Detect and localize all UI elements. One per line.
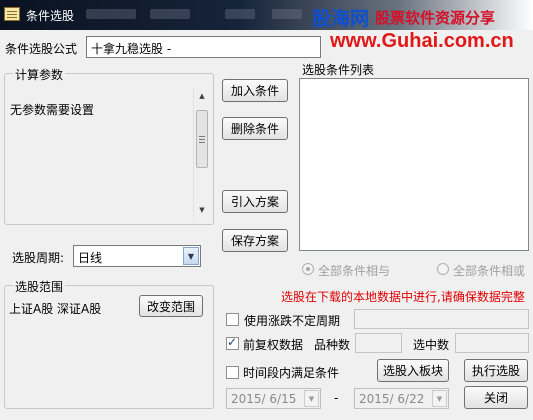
notice-text: 选股在下载的本地数据中进行,请确保数据完整 — [281, 290, 525, 304]
scroll-down-icon[interactable]: ▼ — [194, 202, 210, 218]
save-plan-button[interactable]: 保存方案 — [222, 229, 288, 252]
watermark-slogan: 股票软件资源分享 — [375, 9, 496, 27]
title-bar-blur — [272, 9, 302, 19]
period-select[interactable]: 日线 ▼ — [73, 245, 201, 267]
variety-count-label: 品种数 — [314, 338, 351, 352]
or-radio-label: 全部条件相或 — [453, 264, 526, 278]
checkmark-icon: ✓ — [227, 335, 238, 349]
params-group-title: 计算参数 — [13, 66, 66, 83]
variety-count-field — [355, 333, 402, 353]
params-scrollbar[interactable]: ▲ ▼ — [193, 88, 210, 218]
range-group-title: 选股范围 — [13, 278, 66, 295]
date-to-picker[interactable]: 2015/ 6/22 ▼ — [354, 388, 449, 409]
close-button[interactable]: 关闭 — [464, 386, 528, 409]
window-icon — [4, 7, 20, 21]
date-to-value: 2015/ 6/22 — [359, 392, 425, 406]
use-period-checkbox[interactable] — [226, 313, 239, 326]
add-condition-button[interactable]: 加入条件 — [222, 79, 288, 102]
window-title: 条件选股 — [26, 9, 75, 23]
watermark-url: www.Guhai.com.cn — [330, 30, 514, 52]
selected-count-field — [455, 333, 529, 353]
delete-condition-button[interactable]: 删除条件 — [222, 117, 288, 140]
scroll-up-icon[interactable]: ▲ — [194, 88, 210, 104]
watermark-brand: 股海网 — [312, 9, 370, 30]
params-group: 计算参数 无参数需要设置 ▲ ▼ — [4, 66, 214, 225]
time-range-label: 时间段内满足条件 — [243, 366, 340, 380]
period-value: 日线 — [78, 251, 103, 265]
formula-select[interactable]: 十拿九稳选股 - — [86, 36, 321, 58]
formula-value: 十拿九稳选股 - — [91, 42, 172, 56]
import-plan-button[interactable]: 引入方案 — [222, 190, 288, 213]
range-value: 上证A股 深证A股 — [9, 302, 102, 316]
calendar-dropdown-icon[interactable]: ▼ — [304, 390, 319, 407]
or-radio[interactable] — [437, 263, 449, 275]
execute-button[interactable]: 执行选股 — [464, 359, 528, 382]
use-period-label: 使用涨跌不定周期 — [244, 314, 341, 328]
and-radio[interactable] — [302, 263, 314, 275]
time-range-checkbox[interactable] — [226, 366, 239, 379]
chevron-down-icon[interactable]: ▼ — [183, 247, 199, 265]
selected-count-label: 选中数 — [413, 338, 450, 352]
title-bar-blur — [225, 9, 255, 19]
title-bar-blur — [86, 9, 136, 19]
date-from-picker[interactable]: 2015/ 6/15 ▼ — [226, 388, 321, 409]
calendar-dropdown-icon[interactable]: ▼ — [432, 390, 447, 407]
condition-list[interactable] — [299, 78, 529, 251]
period-input[interactable] — [354, 309, 529, 329]
fq-label: 前复权数据 — [243, 338, 304, 352]
period-label: 选股周期: — [12, 251, 65, 265]
scroll-thumb[interactable] — [196, 110, 208, 168]
watermark-banner: 股海网 股票软件资源分享 — [312, 4, 495, 31]
date-from-value: 2015/ 6/15 — [231, 392, 297, 406]
title-bar-blur — [150, 9, 190, 19]
formula-label: 条件选股公式 — [5, 42, 78, 56]
change-range-button[interactable]: 改变范围 — [139, 295, 203, 317]
range-group: 选股范围 上证A股 深证A股 改变范围 — [4, 278, 214, 409]
and-radio-label: 全部条件相与 — [318, 264, 391, 278]
to-block-button[interactable]: 选股入板块 — [377, 359, 449, 382]
params-message: 无参数需要设置 — [10, 103, 95, 117]
date-separator: - — [334, 391, 339, 405]
fq-checkbox[interactable]: ✓ — [226, 335, 239, 350]
condition-list-label: 选股条件列表 — [302, 63, 375, 77]
